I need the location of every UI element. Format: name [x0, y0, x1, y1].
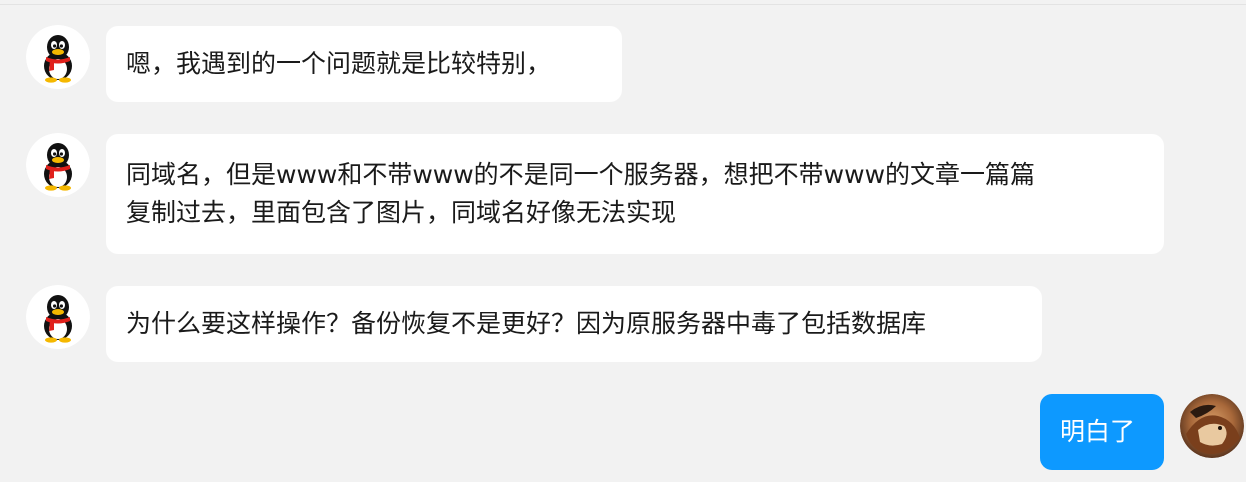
- qq-penguin-icon[interactable]: [26, 25, 90, 89]
- message-text: 复制过去，里面包含了图片，同域名好像无法实现: [126, 198, 677, 227]
- message-text: 嗯，我遇到的一个问题就是比较特别，: [126, 49, 552, 78]
- user-photo-avatar[interactable]: [1180, 394, 1244, 458]
- message-text: 同域名，但是www和不带www的不是同一个服务器，想把不带www的文章一篇篇: [126, 160, 1036, 189]
- message-bubble: 嗯，我遇到的一个问题就是比较特别，: [106, 26, 622, 102]
- message-text: 明白了: [1060, 417, 1136, 446]
- qq-penguin-icon[interactable]: [26, 285, 90, 349]
- message-bubble-self: 明白了: [1040, 394, 1164, 470]
- top-divider: [0, 4, 1246, 5]
- qq-penguin-icon[interactable]: [26, 133, 90, 197]
- message-text: 为什么要这样操作？备份恢复不是更好？因为原服务器中毒了包括数据库: [126, 309, 927, 338]
- message-bubble: 为什么要这样操作？备份恢复不是更好？因为原服务器中毒了包括数据库: [106, 286, 1042, 362]
- message-bubble: 同域名，但是www和不带www的不是同一个服务器，想把不带www的文章一篇篇 复…: [106, 134, 1164, 254]
